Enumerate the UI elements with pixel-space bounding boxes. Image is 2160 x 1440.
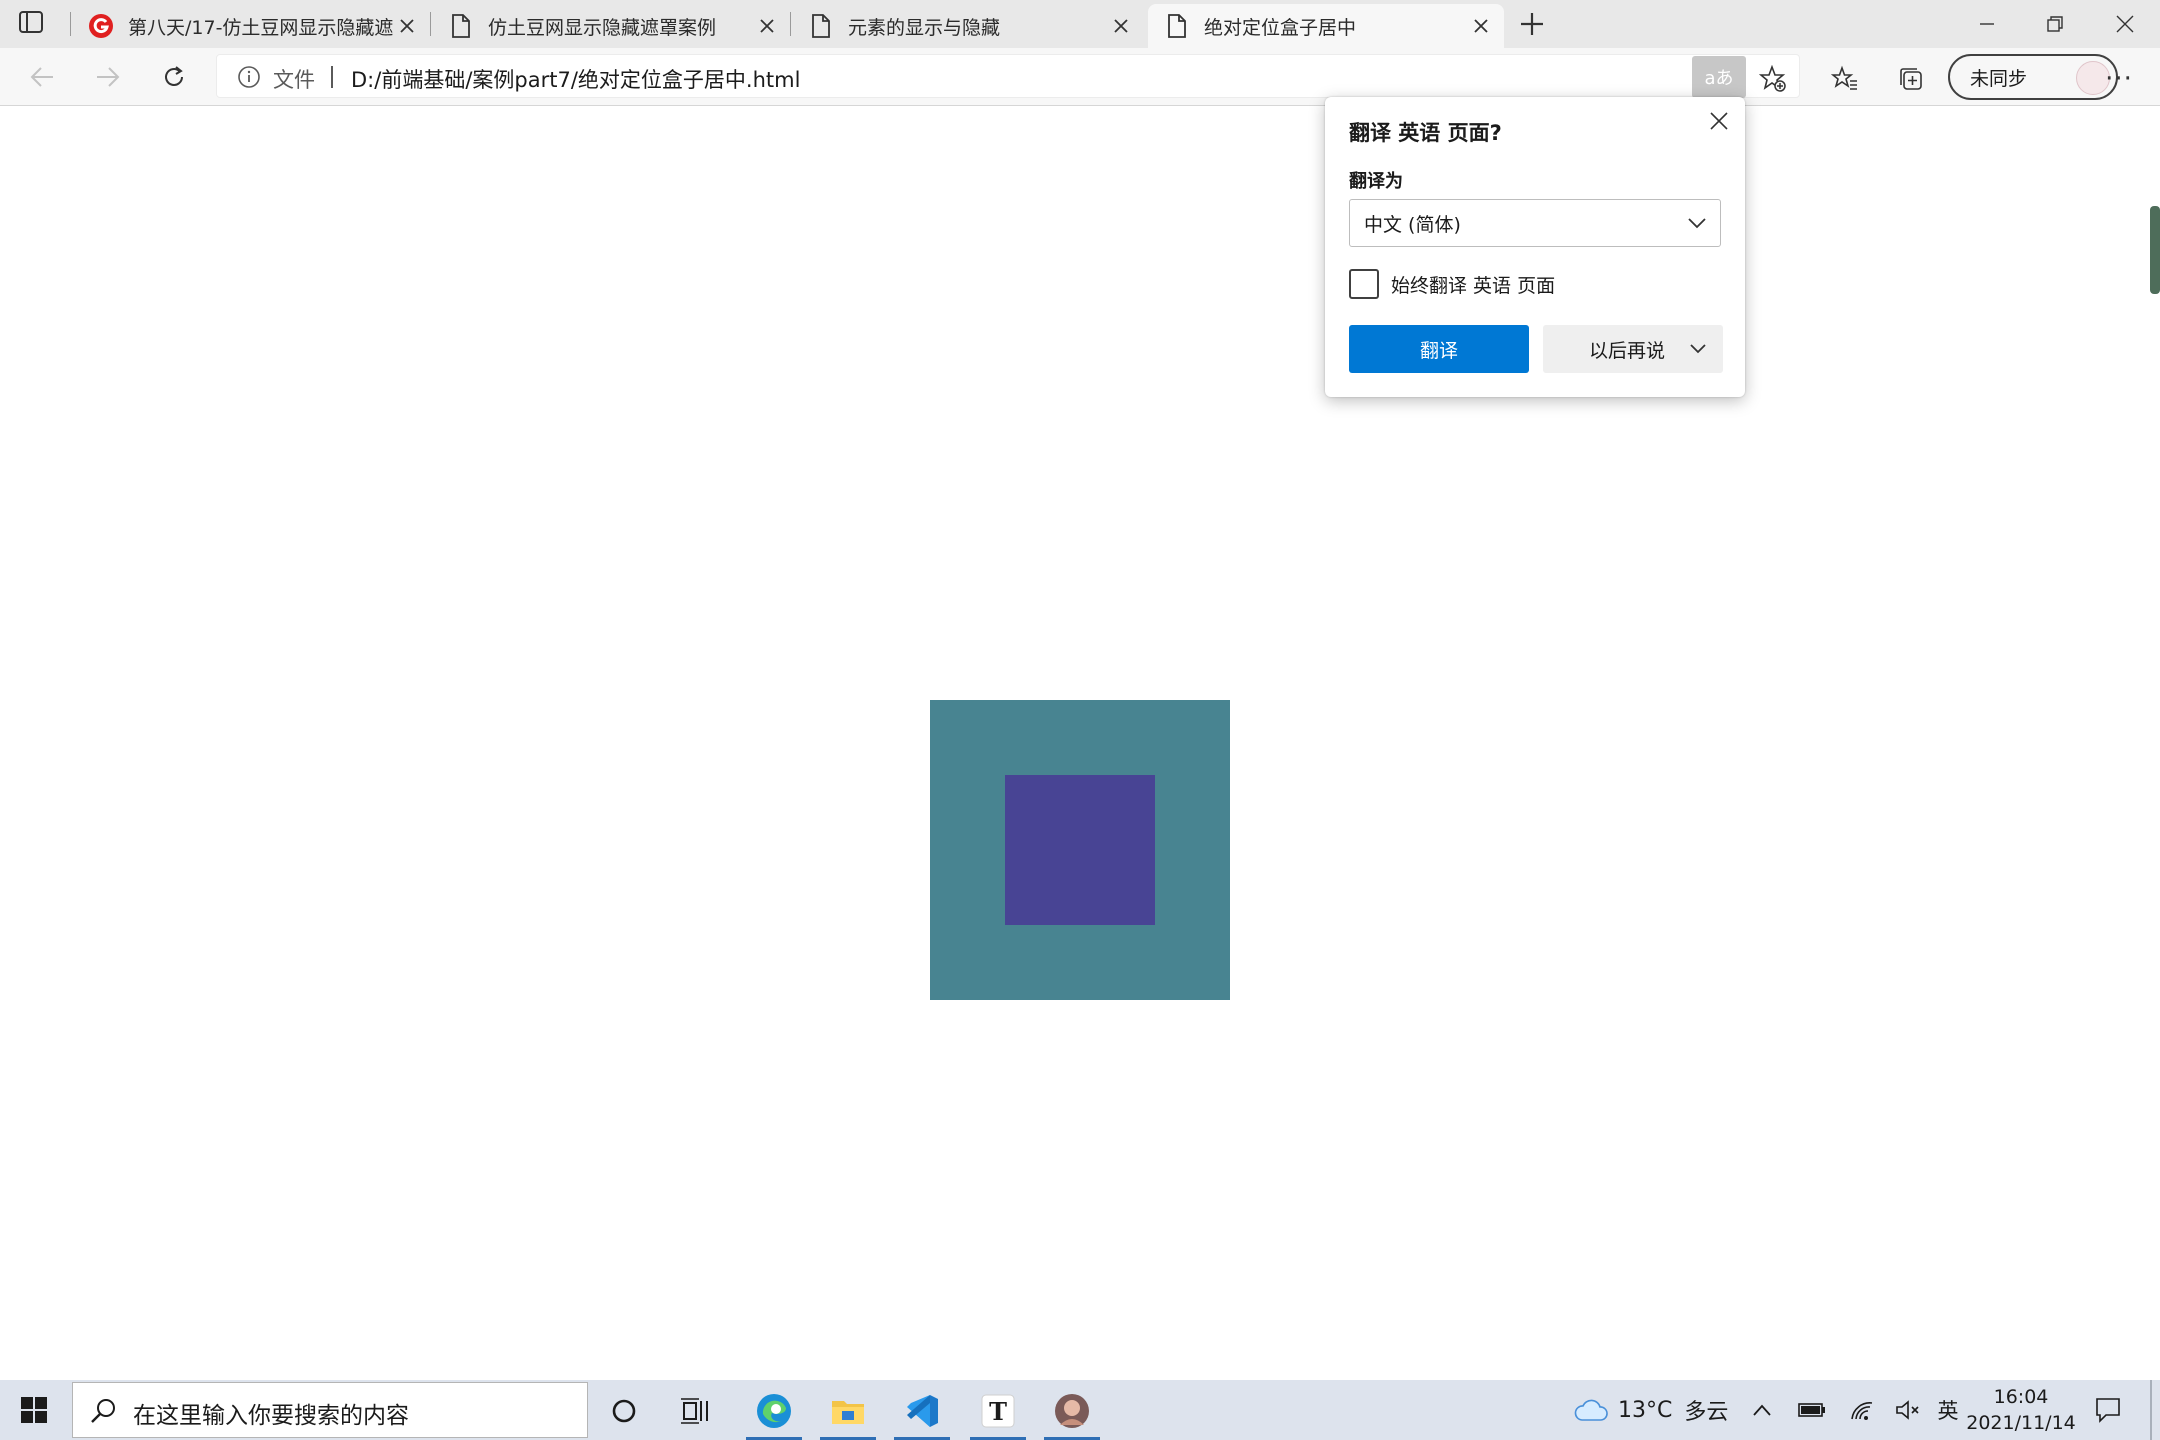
chevron-down-icon bbox=[1686, 212, 1708, 239]
tab-actions-icon[interactable] bbox=[18, 10, 48, 38]
svg-text:T: T bbox=[989, 1397, 1007, 1426]
search-icon bbox=[89, 1397, 117, 1425]
profile-sync-label: 未同步 bbox=[1970, 67, 2028, 90]
popup-title: 翻译 英语 页面? bbox=[1349, 121, 1502, 145]
language-select[interactable]: 中文 (简体) bbox=[1349, 199, 1721, 247]
scrollbar[interactable] bbox=[2148, 106, 2160, 1380]
add-favorite-icon[interactable] bbox=[1752, 58, 1794, 100]
tab-1[interactable]: 第八天/17-仿土豆网显示隐藏遮罩 bbox=[72, 4, 430, 48]
file-icon bbox=[448, 13, 474, 39]
close-icon[interactable] bbox=[1468, 13, 1494, 39]
back-icon[interactable] bbox=[22, 58, 62, 96]
cortana-icon[interactable] bbox=[594, 1386, 654, 1436]
web-page-content bbox=[0, 106, 2148, 1380]
taskbar-search-box[interactable]: 在这里输入你要搜索的内容 bbox=[72, 1382, 588, 1438]
always-translate-label: 始终翻译 英语 页面 bbox=[1391, 274, 1556, 297]
collections-icon[interactable] bbox=[1890, 58, 1932, 100]
translate-popup: 翻译 英语 页面? 翻译为 中文 (简体) 始终翻译 英语 页面 翻译 以后再说 bbox=[1325, 97, 1745, 397]
close-icon[interactable] bbox=[394, 13, 420, 39]
show-desktop-button[interactable] bbox=[2150, 1380, 2152, 1440]
tab-4-active[interactable]: 绝对定位盒子居中 bbox=[1148, 4, 1504, 48]
chevron-up-icon[interactable] bbox=[1746, 1396, 1778, 1424]
profile-button[interactable]: 未同步 bbox=[1948, 54, 2118, 100]
not-now-label: 以后再说 bbox=[1589, 339, 1666, 362]
cloud-icon bbox=[1574, 1397, 1608, 1423]
address-divider bbox=[331, 66, 333, 88]
tab-title: 第八天/17-仿土豆网显示隐藏遮罩 bbox=[128, 16, 394, 39]
always-translate-row[interactable]: 始终翻译 英语 页面 bbox=[1349, 269, 1555, 299]
windows-taskbar: 在这里输入你要搜索的内容 T 13°C 多云 英 16:04 2021/11/1… bbox=[0, 1380, 2160, 1440]
windows-start-icon[interactable] bbox=[20, 1396, 48, 1424]
info-icon[interactable] bbox=[237, 65, 261, 89]
chevron-down-icon[interactable] bbox=[1687, 337, 1709, 364]
tab-title: 仿土豆网显示隐藏遮罩案例 bbox=[488, 16, 717, 39]
tab-separator bbox=[790, 12, 791, 36]
tab-title: 元素的显示与隐藏 bbox=[848, 16, 1001, 39]
close-window-icon[interactable] bbox=[2102, 8, 2148, 40]
battery-icon[interactable] bbox=[1796, 1396, 1828, 1424]
translate-to-label: 翻译为 bbox=[1349, 171, 1403, 192]
clock-time: 16:04 bbox=[1993, 1386, 2049, 1408]
refresh-icon[interactable] bbox=[154, 58, 194, 96]
file-icon bbox=[808, 13, 834, 39]
inner-box-centered bbox=[1005, 775, 1155, 925]
restore-icon[interactable] bbox=[2032, 8, 2078, 40]
translate-page-icon[interactable]: aあ bbox=[1692, 56, 1746, 98]
always-translate-checkbox[interactable] bbox=[1349, 269, 1379, 299]
translate-button[interactable]: 翻译 bbox=[1349, 325, 1529, 373]
not-now-button[interactable]: 以后再说 bbox=[1543, 325, 1723, 373]
file-icon bbox=[1164, 13, 1190, 39]
tab-separator bbox=[430, 12, 431, 36]
close-icon[interactable] bbox=[1108, 13, 1134, 39]
address-bar[interactable]: 文件 D:/前端基础/案例part7/绝对定位盒子居中.html bbox=[216, 54, 1800, 98]
edge-icon[interactable] bbox=[744, 1386, 804, 1440]
close-icon[interactable] bbox=[1705, 107, 1733, 135]
outer-box bbox=[930, 700, 1230, 1000]
tab-title: 绝对定位盒子居中 bbox=[1204, 16, 1357, 39]
typora-icon[interactable]: T bbox=[968, 1386, 1028, 1440]
tab-separator bbox=[70, 12, 71, 36]
more-options-icon[interactable]: ··· bbox=[2098, 58, 2140, 100]
task-view-icon[interactable] bbox=[666, 1386, 726, 1436]
tab-strip: 第八天/17-仿土豆网显示隐藏遮罩 仿土豆网显示隐藏遮罩案例 元素的显示与隐藏 … bbox=[0, 0, 2160, 48]
favorites-icon[interactable] bbox=[1824, 58, 1866, 100]
scheme-label: 文件 bbox=[273, 68, 315, 92]
close-icon[interactable] bbox=[754, 13, 780, 39]
weather-temp: 13°C bbox=[1618, 1397, 1673, 1423]
g-logo-icon bbox=[88, 13, 114, 39]
tab-2[interactable]: 仿土豆网显示隐藏遮罩案例 bbox=[432, 4, 790, 48]
selected-language: 中文 (简体) bbox=[1364, 213, 1461, 236]
forward-icon[interactable] bbox=[88, 58, 128, 96]
volume-muted-icon[interactable] bbox=[1892, 1396, 1924, 1424]
clock-date: 2021/11/14 bbox=[1966, 1412, 2076, 1434]
notification-icon[interactable] bbox=[2094, 1396, 2124, 1424]
new-tab-icon[interactable] bbox=[1516, 8, 1548, 40]
ime-indicator[interactable]: 英 bbox=[1932, 1396, 1964, 1424]
minimize-icon[interactable] bbox=[1964, 8, 2010, 40]
weather-desc: 多云 bbox=[1684, 1400, 1729, 1425]
weather-widget[interactable]: 13°C 多云 bbox=[1574, 1394, 1728, 1426]
file-explorer-icon[interactable] bbox=[818, 1386, 878, 1440]
user-photo-icon[interactable] bbox=[1042, 1386, 1102, 1440]
clock[interactable]: 16:04 2021/11/14 bbox=[1966, 1384, 2076, 1436]
url-text[interactable]: D:/前端基础/案例part7/绝对定位盒子居中.html bbox=[351, 64, 800, 94]
scrollbar-thumb[interactable] bbox=[2150, 206, 2160, 294]
vscode-icon[interactable] bbox=[892, 1386, 952, 1440]
search-placeholder: 在这里输入你要搜索的内容 bbox=[133, 1403, 409, 1429]
wifi-icon[interactable] bbox=[1846, 1396, 1878, 1424]
tab-3[interactable]: 元素的显示与隐藏 bbox=[792, 4, 1144, 48]
